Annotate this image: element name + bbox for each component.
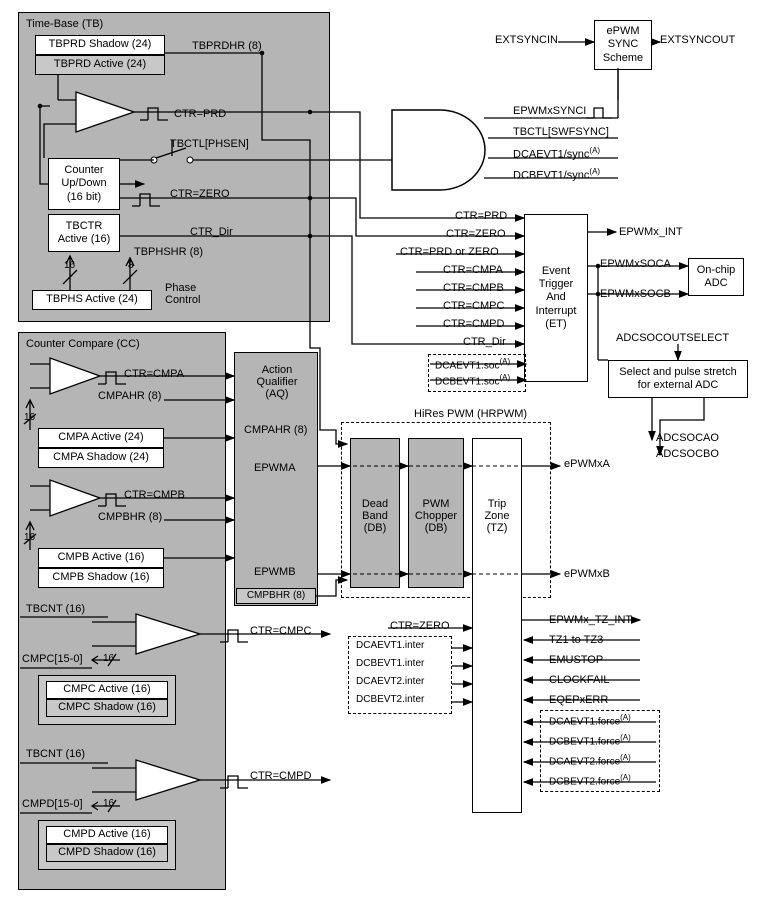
cmpb-active: CMPB Active (16)	[38, 548, 164, 568]
tbctl-swfsync-label: TBCTL[SWFSYNC]	[513, 126, 609, 138]
dcbevt2-inter: DCBEVT2.inter	[356, 694, 424, 705]
et-ctr-prd: CTR=PRD	[455, 210, 507, 222]
dcaevt1-force: DCAEVT1.force(A)	[549, 714, 631, 727]
emustop-label: EMUSTOP	[549, 654, 603, 666]
cmpa-w16: 16	[24, 412, 35, 423]
ctr-cmpb-label: CTR=CMPB	[124, 489, 185, 501]
aq-epwmb: EPWMB	[254, 566, 296, 578]
tbprd-active: TBPRD Active (24)	[35, 55, 165, 75]
adcsocoutselect-label: ADCSOCOUTSELECT	[616, 332, 729, 344]
phase-control-label: Phase Control	[165, 282, 200, 306]
cmpahr-label: CMPAHR (8)	[98, 390, 161, 402]
et-ctr-cmpd: CTR=CMPD	[443, 318, 504, 330]
dcaevt1-inter: DCAEVT1.inter	[356, 640, 424, 651]
dcbevt1-force: DCBEVT1.force(A)	[549, 734, 631, 747]
db-label: Dead Band (DB)	[356, 498, 394, 534]
et-ctr-dir: CTR_Dir	[463, 336, 506, 348]
onchip-adc-block: On-chip ADC	[688, 258, 744, 296]
epwmxb-label: ePWMxB	[564, 568, 610, 580]
tz1-tz3-label: TZ1 to TZ3	[549, 634, 603, 646]
cmpc-w16: 16	[103, 653, 114, 664]
pc-label: PWM Chopper (DB)	[412, 498, 460, 534]
counter-updown: Counter Up/Down (16 bit)	[48, 158, 120, 210]
epwmxsynci-label: EPWMxSYNCI	[513, 105, 586, 117]
tbphs-active: TBPHS Active (24)	[32, 290, 152, 310]
cmpa-shadow: CMPA Shadow (24)	[38, 448, 164, 468]
dcaevt2-inter: DCAEVT2.inter	[356, 676, 424, 687]
ctr-prd-label: CTR=PRD	[174, 108, 226, 120]
sync-scheme-block: ePWM SYNC Scheme	[594, 20, 652, 70]
select-stretch-block: Select and pulse stretch for external AD…	[608, 360, 748, 398]
tz-label: Trip Zone (TZ)	[480, 498, 514, 534]
cmpd-shadow: CMPD Shadow (16)	[46, 844, 168, 862]
ctr-zero-label: CTR=ZERO	[170, 188, 230, 200]
cmpd-active: CMPD Active (16)	[46, 826, 168, 844]
et-ctr-cmpc: CTR=CMPC	[443, 300, 504, 312]
ctr-dir-label: CTR_Dir	[190, 226, 233, 238]
et-dca-soc: DCAEVT1.soc(A)	[435, 358, 510, 371]
et-ctr-cmpa: CTR=CMPA	[443, 264, 503, 276]
et-ctr-zero: CTR=ZERO	[446, 228, 506, 240]
tb-width8: 8	[128, 260, 134, 271]
time-base-title: Time-Base (TB)	[26, 18, 103, 30]
cmpd-slice-label: CMPD[15-0]	[22, 798, 83, 810]
epwmxa-label: ePWMxA	[564, 458, 610, 470]
extsyncin-label: EXTSYNCIN	[495, 34, 558, 46]
epwmx-tz-int-label: EPWMx_TZ_INT	[549, 614, 632, 626]
adcsocbo-label: ADCSOCBO	[656, 448, 719, 460]
tbprd-shadow: TBPRD Shadow (24)	[35, 35, 165, 55]
cmpa-active: CMPA Active (24)	[38, 428, 164, 448]
et-ctr-cmpb: CTR=CMPB	[443, 282, 504, 294]
aq-title: Action Qualifier (AQ)	[252, 364, 302, 400]
dcbevt1-sync-label: DCBEVT1/sync(A)	[513, 168, 600, 182]
aq-cmpahr: CMPAHR (8)	[244, 424, 307, 436]
cmpd-w16: 16	[103, 798, 114, 809]
eqeperr-label: EQEPxERR	[549, 694, 608, 706]
tb-width16: 16	[64, 260, 75, 271]
epwmxsocb-label: EPWMxSOCB	[600, 288, 671, 300]
clockfail-label: CLOCKFAIL	[549, 674, 610, 686]
adcsocao-label: ADCSOCAO	[656, 432, 719, 444]
epwmx-int-label: EPWMx_INT	[619, 226, 683, 238]
tbphshr-label: TBPHSHR (8)	[134, 246, 203, 258]
tz-ctr-zero: CTR=ZERO	[390, 620, 450, 632]
tbcnt2-label: TBCNT (16)	[26, 748, 85, 760]
ctr-cmpc-label: CTR=CMPC	[250, 625, 311, 637]
dcaevt2-force: DCAEVT2.force(A)	[549, 754, 631, 767]
cmpc-shadow: CMPC Shadow (16)	[46, 699, 168, 717]
dcaevt1-sync-label: DCAEVT1/sync(A)	[513, 147, 600, 161]
trip-zone-block	[472, 438, 522, 813]
et-block: Event Trigger And Interrupt (ET)	[524, 214, 588, 382]
et-dcb-soc: DCBEVT1.soc(A)	[435, 374, 510, 387]
tbcnt1-label: TBCNT (16)	[26, 603, 85, 615]
cmpb-w16: 16	[24, 532, 35, 543]
ctr-cmpa-label: CTR=CMPA	[124, 368, 184, 380]
aq-epwma: EPWMA	[254, 462, 296, 474]
dcbevt1-inter: DCBEVT1.inter	[356, 658, 424, 669]
cc-title: Counter Compare (CC)	[26, 338, 140, 350]
aq-cmpbhr: CMPBHR (8)	[236, 588, 316, 604]
epwmxsoca-label: EPWMxSOCA	[600, 258, 671, 270]
tbctl-phsen-label: TBCTL[PHSEN]	[170, 138, 249, 150]
cmpc-slice-label: CMPC[15-0]	[22, 653, 83, 665]
cmpb-shadow: CMPB Shadow (16)	[38, 568, 164, 588]
ctr-cmpd-label: CTR=CMPD	[250, 770, 311, 782]
dcbevt2-force: DCBEVT2.force(A)	[549, 774, 631, 787]
cmpbhr-label: CMPBHR (8)	[98, 511, 162, 523]
tbctr-active: TBCTR Active (16)	[48, 214, 120, 252]
tbprdhr-label: TBPRDHR (8)	[192, 40, 262, 52]
cmpc-active: CMPC Active (16)	[46, 681, 168, 699]
et-ctr-prd-or-zero: CTR=PRD or ZERO	[400, 246, 499, 258]
extsyncout-label: EXTSYNCOUT	[660, 34, 735, 46]
hrpwm-title: HiRes PWM (HRPWM)	[414, 408, 527, 420]
